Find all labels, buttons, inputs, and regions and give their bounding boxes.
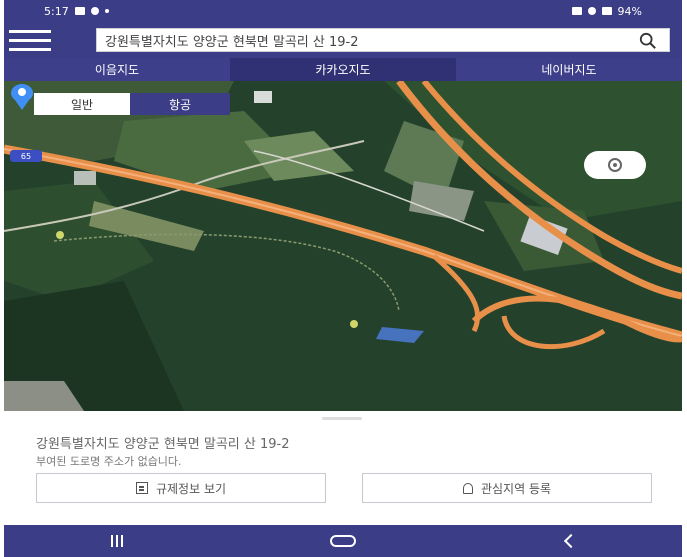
system-nav-bar	[4, 525, 682, 557]
wifi-icon	[587, 7, 596, 15]
info-sheet: 강원특별자치도 양양군 현북면 말곡리 산 19-2 부여된 도로명 주소가 없…	[4, 411, 682, 525]
road-address-note: 부여된 도로명 주소가 없습니다.	[36, 455, 182, 468]
document-icon	[135, 482, 148, 494]
recent-apps-icon	[111, 535, 123, 547]
tab-naver-map[interactable]: 네이버지도	[456, 58, 682, 81]
register-favorite-label: 관심지역 등록	[480, 481, 552, 496]
crosshair-icon	[608, 158, 622, 172]
gallery-icon	[74, 7, 85, 15]
current-location-button[interactable]	[584, 151, 646, 179]
satellite-map[interactable]: 일반 항공 65	[4, 81, 682, 411]
app-bar	[4, 22, 682, 58]
tab-ieum-map[interactable]: 이음지도	[4, 58, 230, 81]
location-pin-icon[interactable]	[4, 81, 40, 111]
selected-address: 강원특별자치도 양양군 현북면 말곡리 산 19-2	[36, 437, 290, 452]
sheet-handle[interactable]	[322, 417, 362, 420]
status-bar: 5:17 94%	[4, 0, 682, 22]
notification-icon	[90, 7, 99, 15]
map-type-toggle: 일반 항공	[34, 93, 230, 115]
tab-kakao-map[interactable]: 카카오지도	[230, 58, 456, 81]
register-favorite-button[interactable]: 관심지역 등록	[362, 473, 652, 503]
normal-map-button[interactable]: 일반	[34, 93, 130, 115]
more-dot-icon	[104, 9, 109, 13]
home-icon	[330, 535, 356, 547]
view-regulation-label: 규제정보 보기	[155, 481, 227, 496]
view-regulation-button[interactable]: 규제정보 보기	[36, 473, 326, 503]
menu-icon[interactable]	[4, 22, 56, 58]
app-frame: 5:17 94% 이음지도 카카오지도 네이버지도	[4, 0, 682, 557]
bell-icon	[462, 482, 473, 494]
search-icon[interactable]	[639, 32, 657, 50]
recent-apps-button[interactable]	[87, 527, 147, 555]
status-time: 5:17	[44, 4, 69, 18]
map-provider-tabs: 이음지도 카카오지도 네이버지도	[4, 58, 682, 81]
back-icon	[563, 533, 579, 549]
home-button[interactable]	[313, 527, 373, 555]
satellite-map-button[interactable]: 항공	[130, 93, 230, 115]
alarm-icon	[571, 7, 582, 15]
status-left: 5:17	[44, 5, 109, 18]
battery-percent: 94%	[617, 4, 642, 18]
back-button[interactable]	[539, 527, 599, 555]
signal-icon	[601, 7, 612, 15]
search-input[interactable]	[105, 32, 605, 48]
status-right: 94%	[571, 4, 642, 18]
map-imagery	[4, 81, 682, 411]
road-number-badge: 65	[10, 150, 42, 162]
search-box[interactable]	[96, 28, 670, 52]
